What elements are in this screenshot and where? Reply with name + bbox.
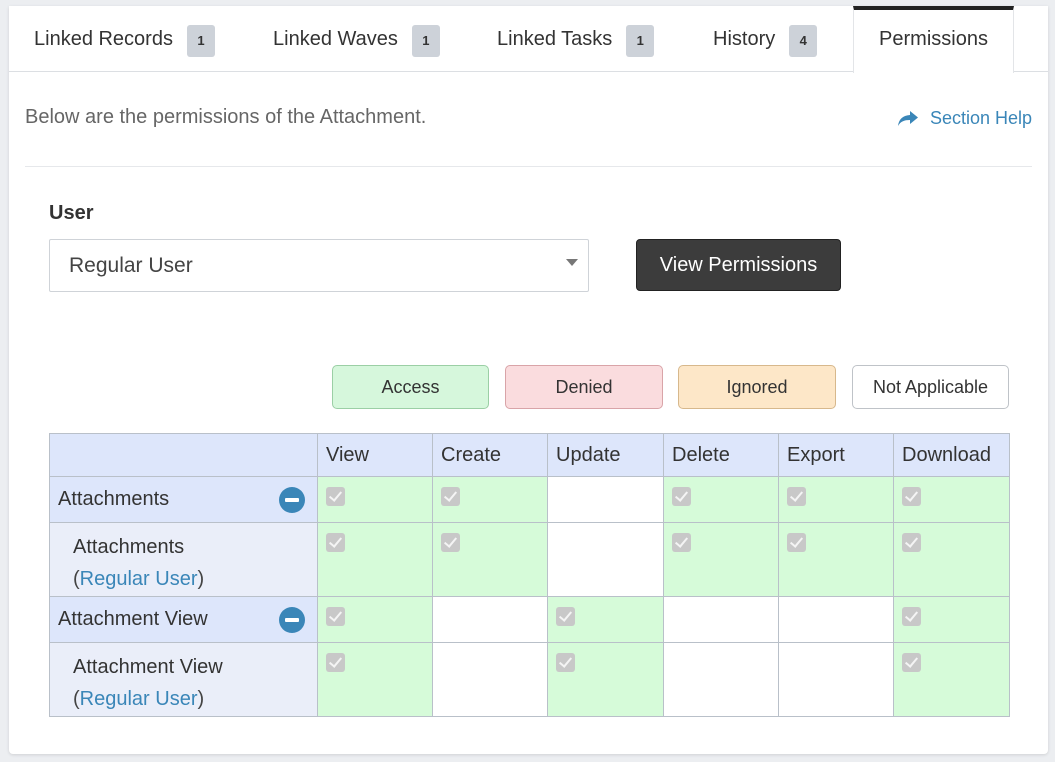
column-header-download: Download: [893, 433, 1010, 477]
permission-cell: [547, 522, 664, 597]
share-arrow-icon: [897, 110, 918, 126]
collapse-minus-icon[interactable]: [279, 606, 305, 633]
tab-label: Linked Records: [34, 27, 173, 50]
permissions-table: View Create Update Delete Export Downloa…: [49, 433, 1010, 717]
column-header-view: View: [317, 433, 433, 477]
legend-denied: Denied: [505, 365, 663, 409]
permission-cell: [432, 642, 548, 717]
user-label: User: [49, 202, 94, 224]
checked-checkbox: [326, 487, 345, 506]
column-header-delete: Delete: [663, 433, 779, 477]
section-help-link[interactable]: Section Help: [897, 108, 1032, 129]
header-corner: [49, 433, 318, 477]
permission-cell: [663, 596, 779, 643]
checked-checkbox: [326, 653, 345, 672]
table-row: Attachments: [49, 476, 1010, 523]
checked-checkbox: [902, 607, 921, 626]
checked-checkbox: [326, 607, 345, 626]
permission-cell: [778, 476, 894, 523]
permission-cell: [778, 642, 894, 717]
checked-checkbox: [556, 607, 575, 626]
permission-cell: [317, 642, 433, 717]
checked-checkbox: [902, 533, 921, 552]
legend-access: Access: [332, 365, 489, 409]
tab-linked-waves[interactable]: Linked Waves 1: [273, 6, 440, 72]
user-select-value: Regular User: [69, 253, 193, 277]
user-link[interactable]: Regular User: [80, 688, 198, 710]
column-header-export: Export: [778, 433, 894, 477]
permission-cell: [893, 522, 1010, 597]
checked-checkbox: [902, 487, 921, 506]
checked-checkbox: [441, 533, 460, 552]
permission-cell: [663, 522, 779, 597]
table-header-row: View Create Update Delete Export Downloa…: [49, 433, 1010, 477]
column-header-update: Update: [547, 433, 664, 477]
row-label: Attachment View: [73, 656, 223, 678]
permission-cell: [547, 642, 664, 717]
checked-checkbox: [326, 533, 345, 552]
permission-cell: [778, 522, 894, 597]
permission-cell: [317, 476, 433, 523]
section-description: Below are the permissions of the Attachm…: [25, 106, 427, 128]
tab-permissions[interactable]: Permissions: [853, 6, 1014, 73]
checked-checkbox: [441, 487, 460, 506]
count-badge: 4: [789, 25, 818, 57]
permission-cell: [547, 476, 664, 523]
checked-checkbox: [672, 487, 691, 506]
checked-checkbox: [787, 487, 806, 506]
permission-cell: [893, 642, 1010, 717]
tab-label: Linked Tasks: [497, 27, 613, 50]
permission-cell: [893, 596, 1010, 643]
tab-linked-tasks[interactable]: Linked Tasks 1: [497, 6, 655, 72]
table-row: Attachment View (Regular User): [49, 642, 1010, 717]
row-user: (Regular User): [73, 688, 205, 710]
row-header: Attachments (Regular User): [49, 522, 318, 597]
column-header-create: Create: [432, 433, 548, 477]
section-help-label: Section Help: [929, 108, 1032, 128]
table-row: Attachments (Regular User): [49, 522, 1010, 597]
row-label: Attachments: [58, 488, 170, 510]
table-row: Attachment View: [49, 596, 1010, 643]
checked-checkbox: [902, 653, 921, 672]
tab-bar: Linked Records 1 Linked Waves 1 Linked T…: [9, 6, 1048, 73]
row-label: Attachment View: [58, 608, 208, 630]
collapse-minus-icon[interactable]: [279, 486, 305, 513]
divider: [25, 166, 1032, 167]
permission-cell: [663, 476, 779, 523]
permission-cell: [893, 476, 1010, 523]
tab-label: Linked Waves: [273, 27, 398, 50]
tab-label: Permissions: [879, 28, 988, 50]
legend-not-applicable: Not Applicable: [852, 365, 1009, 409]
legend-ignored: Ignored: [678, 365, 836, 409]
view-permissions-button[interactable]: View Permissions: [636, 239, 841, 291]
permissions-panel: Linked Records 1 Linked Waves 1 Linked T…: [9, 6, 1048, 754]
row-header: Attachments: [49, 476, 318, 523]
row-header: Attachment View: [49, 596, 318, 643]
checked-checkbox: [787, 533, 806, 552]
permission-cell: [778, 596, 894, 643]
permission-cell: [317, 596, 433, 643]
count-badge: 1: [626, 25, 655, 57]
caret-down-icon: [566, 259, 578, 266]
permission-cell: [547, 596, 664, 643]
tab-history[interactable]: History 4: [713, 6, 818, 72]
tab-linked-records[interactable]: Linked Records 1: [34, 6, 215, 72]
row-label: Attachments: [73, 536, 185, 558]
permission-cell: [432, 476, 548, 523]
permission-cell: [317, 522, 433, 597]
permission-cell: [432, 596, 548, 643]
user-select[interactable]: Regular User: [49, 239, 589, 292]
checked-checkbox: [556, 653, 575, 672]
row-header: Attachment View (Regular User): [49, 642, 318, 717]
user-link[interactable]: Regular User: [80, 568, 198, 590]
permission-cell: [432, 522, 548, 597]
count-badge: 1: [411, 25, 440, 57]
row-user: (Regular User): [73, 568, 205, 590]
count-badge: 1: [186, 25, 215, 57]
tab-label: History: [713, 27, 776, 50]
checked-checkbox: [672, 533, 691, 552]
permission-cell: [663, 642, 779, 717]
